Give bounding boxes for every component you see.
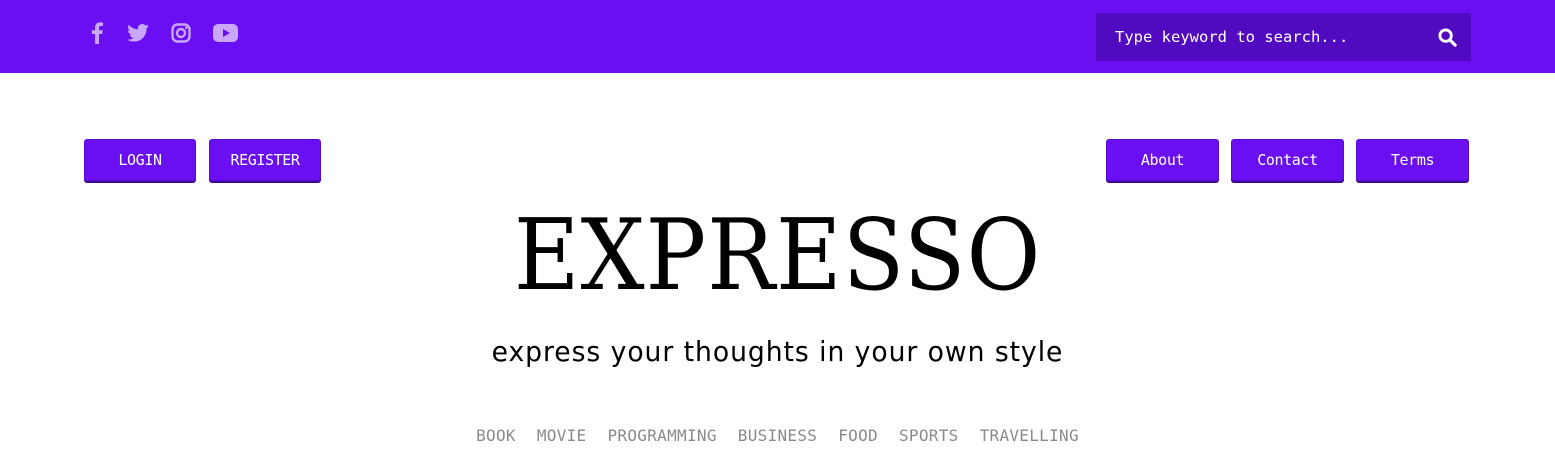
category-link-business[interactable]: BUSINESS (738, 426, 817, 445)
top-bar (0, 0, 1555, 73)
register-button[interactable]: REGISTER (209, 139, 321, 181)
twitter-icon[interactable] (126, 24, 150, 42)
contact-link[interactable]: Contact (1231, 139, 1344, 181)
youtube-icon[interactable] (212, 24, 238, 42)
site-tagline: express your thoughts in your own style (491, 335, 1064, 368)
facebook-icon[interactable] (86, 22, 108, 44)
instagram-icon[interactable] (170, 23, 192, 43)
category-nav: BOOK MOVIE PROGRAMMING BUSINESS FOOD SPO… (0, 426, 1555, 445)
category-link-book[interactable]: BOOK (476, 426, 516, 445)
search-box (1096, 13, 1471, 61)
category-link-travelling[interactable]: TRAVELLING (980, 426, 1079, 445)
category-link-sports[interactable]: SPORTS (899, 426, 959, 445)
terms-link[interactable]: Terms (1356, 139, 1469, 181)
category-link-food[interactable]: FOOD (838, 426, 878, 445)
search-input[interactable] (1096, 13, 1423, 61)
about-link[interactable]: About (1106, 139, 1219, 181)
login-button[interactable]: LOGIN (84, 139, 196, 181)
search-icon[interactable] (1423, 13, 1471, 61)
category-link-programming[interactable]: PROGRAMMING (608, 426, 717, 445)
site-title[interactable]: EXPRESSO (62, 196, 1493, 316)
social-links (86, 18, 238, 48)
category-link-movie[interactable]: MOVIE (537, 426, 587, 445)
